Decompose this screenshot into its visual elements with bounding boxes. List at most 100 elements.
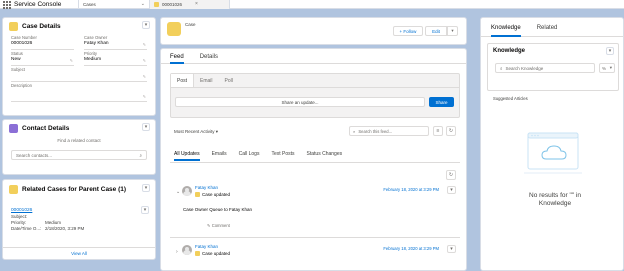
publisher-tab-post[interactable]: Post bbox=[171, 74, 195, 87]
post-menu-button[interactable]: ▾ bbox=[447, 186, 456, 194]
pencil-icon[interactable]: ✎ bbox=[143, 42, 146, 47]
sort-options-button[interactable]: % ▾ bbox=[599, 63, 615, 73]
expand-icon[interactable]: ⌄ bbox=[176, 189, 180, 195]
search-placeholder: Search contacts... bbox=[16, 152, 53, 158]
description-field: Description ✎ bbox=[11, 82, 147, 102]
filter-call-logs[interactable]: Call Logs bbox=[239, 151, 260, 161]
field-value: Medium bbox=[84, 57, 102, 62]
search-placeholder: Search this feed... bbox=[358, 128, 393, 134]
publisher-tab-poll[interactable]: Poll bbox=[219, 74, 239, 87]
object-label: Case bbox=[185, 22, 196, 27]
publisher-tab-email[interactable]: Email bbox=[194, 74, 219, 87]
card-menu-button[interactable]: ▾ bbox=[606, 47, 614, 55]
tab-related[interactable]: Related bbox=[537, 25, 558, 36]
navigation-menu[interactable]: Cases ⌄ bbox=[78, 0, 150, 9]
tab-feed[interactable]: Feed bbox=[170, 54, 184, 64]
field-label: Priority bbox=[84, 51, 98, 56]
tab-knowledge[interactable]: Knowledge bbox=[491, 25, 521, 37]
feed-item: ⌄ Fatay Khan Case updated February 18, 2… bbox=[170, 185, 460, 237]
card-title: Related Cases for Parent Case (1) bbox=[22, 186, 127, 193]
post-body: Case Owner Queue to Fatay Khan bbox=[183, 207, 253, 212]
status-text: Case updated bbox=[202, 192, 231, 197]
knowledge-card: Knowledge ▾ ⌕ Search Knowledge % ▾ bbox=[487, 43, 619, 91]
app-name: Service Console bbox=[14, 0, 62, 8]
refresh-feed-button[interactable]: ↻ bbox=[446, 170, 456, 180]
comment-label: Comment bbox=[211, 223, 230, 228]
pencil-icon[interactable]: ✎ bbox=[143, 94, 146, 99]
filter-emails[interactable]: Emails bbox=[212, 151, 227, 161]
search-icon: ⌕ bbox=[353, 128, 356, 134]
navigation-menu-label: Cases bbox=[83, 1, 96, 7]
knowledge-search-input[interactable]: ⌕ Search Knowledge bbox=[495, 63, 595, 73]
pencil-icon[interactable]: ✎ bbox=[70, 58, 73, 63]
chevron-right-icon[interactable]: › bbox=[176, 249, 178, 255]
pencil-icon[interactable]: ✎ bbox=[143, 58, 146, 63]
feed-item: › Fatay Khan Case updated February 18, 2… bbox=[170, 244, 460, 268]
related-case-row: Subject: Priority: Medium Date/Time O...… bbox=[11, 214, 147, 232]
divider bbox=[170, 237, 460, 238]
post-menu-button[interactable]: ▾ bbox=[447, 245, 456, 253]
status-field: Status New ✎ bbox=[11, 50, 74, 66]
author-link[interactable]: Fatay Khan bbox=[195, 185, 218, 190]
view-all-link[interactable]: View All bbox=[71, 251, 87, 256]
case-icon bbox=[154, 1, 159, 7]
empty-state-illustration bbox=[524, 132, 582, 174]
close-icon[interactable]: × bbox=[195, 1, 198, 7]
search-icon: ⌕ bbox=[139, 152, 142, 158]
filter-all-updates[interactable]: All Updates bbox=[174, 151, 200, 161]
knowledge-title: Knowledge bbox=[493, 48, 526, 54]
global-header: Service Console Cases ⌄ 00001026 × bbox=[0, 0, 624, 9]
filter-text-posts[interactable]: Text Posts bbox=[271, 151, 294, 161]
case-number-field: Case Number 00001026 bbox=[11, 34, 74, 50]
case-icon bbox=[9, 185, 18, 194]
avatar[interactable] bbox=[182, 186, 192, 196]
contact-icon bbox=[9, 124, 18, 133]
post-timestamp[interactable]: February 18, 2020 at 3:29 PM bbox=[383, 187, 439, 192]
author-link[interactable]: Fatay Khan bbox=[195, 244, 218, 249]
divider bbox=[170, 162, 460, 163]
search-icon: ⌕ bbox=[500, 65, 503, 71]
sort-label: Most Recent Activity bbox=[174, 129, 215, 134]
knowledge-panel: Knowledge Related Knowledge ▾ ⌕ Search K… bbox=[480, 17, 624, 271]
edit-button[interactable]: Edit bbox=[425, 26, 447, 36]
card-menu-button[interactable]: ▾ bbox=[142, 21, 150, 29]
feed-search-input[interactable]: ⌕ Search this feed... bbox=[349, 126, 429, 136]
share-button[interactable]: Share bbox=[429, 97, 454, 107]
pencil-icon[interactable]: ✎ bbox=[143, 74, 146, 79]
field-label: Case Number bbox=[11, 35, 37, 40]
app-launcher-icon[interactable] bbox=[0, 0, 11, 9]
subject-field: Subject ✎ bbox=[11, 66, 147, 82]
feed-panel: Feed Details Post Email Poll Share an up… bbox=[160, 48, 467, 271]
post-status: Case updated bbox=[195, 251, 230, 256]
filter-button[interactable]: ≡ bbox=[433, 126, 443, 136]
case-icon bbox=[167, 22, 181, 36]
post-timestamp[interactable]: February 18, 2020 at 3:29 PM bbox=[383, 246, 439, 251]
sort-dropdown[interactable]: Most Recent Activity ▾ bbox=[174, 129, 218, 135]
tab-case[interactable]: 00001026 × bbox=[150, 0, 230, 9]
filter-status-changes[interactable]: Status Changes bbox=[307, 151, 343, 161]
field-value: New bbox=[11, 57, 21, 62]
comment-button[interactable]: ✎ Comment bbox=[207, 223, 230, 228]
publisher: Post Email Poll Share an update... Share bbox=[170, 73, 460, 118]
case-icon bbox=[195, 251, 200, 256]
related-case-link[interactable]: 00001026 bbox=[11, 208, 32, 213]
card-menu-button[interactable]: ▾ bbox=[142, 123, 150, 131]
percent-icon: % bbox=[602, 65, 607, 71]
contact-search-input[interactable]: Search contacts... ⌕ bbox=[11, 150, 147, 160]
card-title: Case Details bbox=[22, 23, 61, 30]
row-menu-button[interactable]: ▾ bbox=[141, 206, 149, 214]
refresh-button[interactable]: ↻ bbox=[446, 126, 456, 136]
field-label: Case Owner bbox=[84, 35, 108, 40]
more-actions-button[interactable]: ▾ bbox=[447, 26, 458, 36]
share-update-input[interactable]: Share an update... bbox=[175, 97, 425, 107]
card-title: Contact Details bbox=[22, 125, 70, 132]
tab-details[interactable]: Details bbox=[200, 54, 218, 64]
related-cases-card: Related Cases for Parent Case (1) ▾ 0000… bbox=[2, 179, 156, 260]
follow-button[interactable]: + Follow bbox=[393, 26, 423, 36]
avatar[interactable] bbox=[182, 245, 192, 255]
card-menu-button[interactable]: ▾ bbox=[142, 184, 150, 192]
chevron-down-icon: ▾ bbox=[215, 129, 219, 134]
field-label: Status bbox=[11, 51, 23, 56]
case-owner-link[interactable]: Fatay Khan bbox=[84, 41, 147, 46]
post-status: Case updated bbox=[195, 192, 230, 197]
